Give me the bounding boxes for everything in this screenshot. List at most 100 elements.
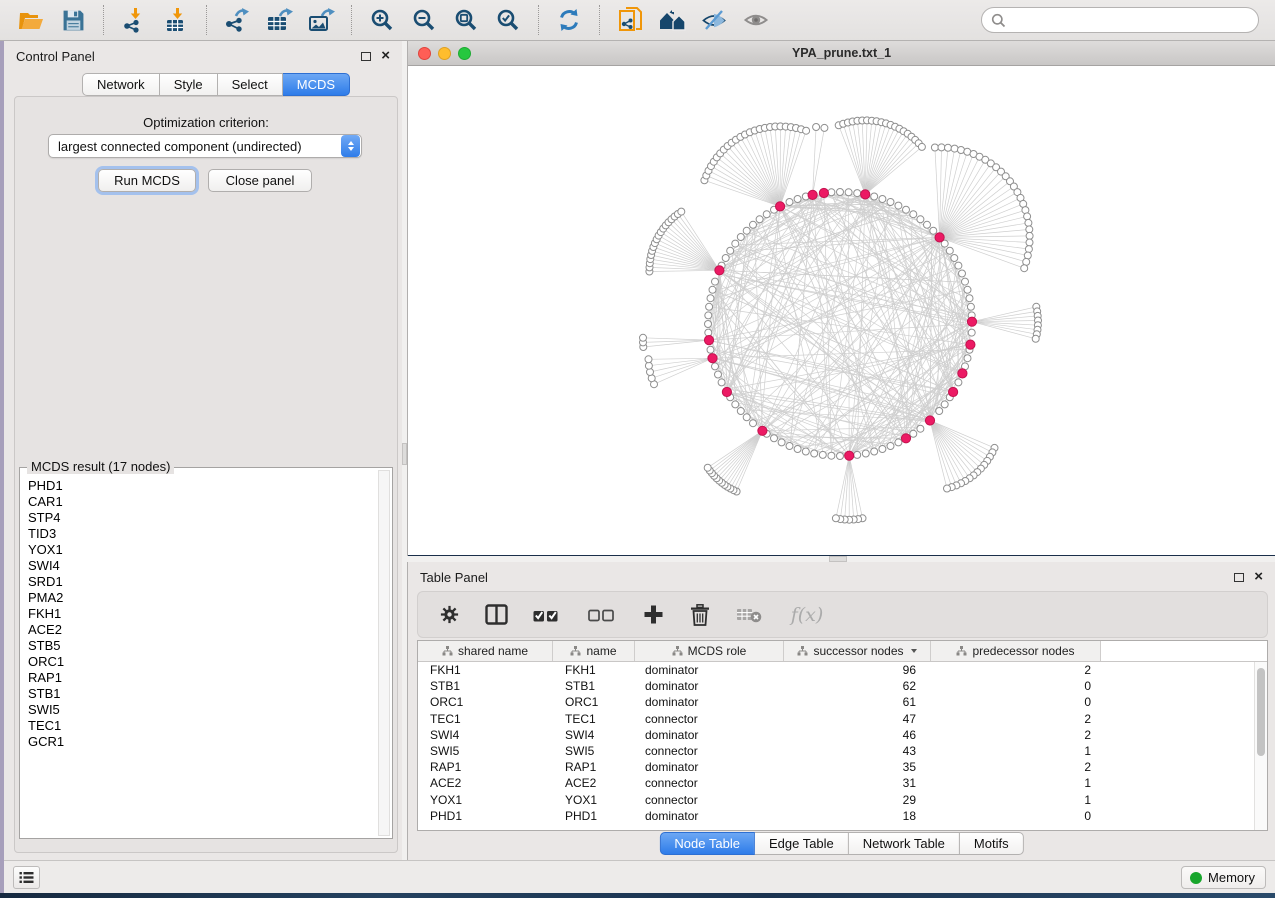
column-header-name[interactable]: name [553, 641, 635, 661]
mcds-result-item[interactable]: STB1 [28, 686, 376, 702]
zoom-out-icon[interactable] [407, 5, 441, 35]
deselect-all-icon[interactable] [585, 602, 619, 628]
mcds-node[interactable] [935, 233, 944, 242]
mcds-node[interactable] [949, 387, 958, 396]
mcds-result-item[interactable]: ORC1 [28, 654, 376, 670]
mcds-result-item[interactable]: GCR1 [28, 734, 376, 750]
table-row[interactable]: SWI4SWI4dominator462 [418, 727, 1254, 743]
close-panel-button[interactable]: Close panel [208, 169, 312, 192]
column-header-predecessor-nodes[interactable]: predecessor nodes [931, 641, 1101, 661]
table-row[interactable]: ACE2ACE2connector311 [418, 775, 1254, 791]
mcds-result-item[interactable]: STP4 [28, 510, 376, 526]
delete-column-icon[interactable] [687, 602, 713, 628]
float-table-panel-icon[interactable] [1234, 573, 1244, 582]
mcds-result-item[interactable]: ACE2 [28, 622, 376, 638]
table-scrollbar[interactable] [1254, 662, 1267, 830]
table-row[interactable]: YOX1YOX1connector291 [418, 792, 1254, 808]
mcds-node[interactable] [861, 190, 870, 199]
mcds-result-item[interactable]: SRD1 [28, 574, 376, 590]
mcds-result-item[interactable]: PHD1 [28, 478, 376, 494]
memory-button[interactable]: Memory [1181, 866, 1266, 889]
column-label: name [586, 644, 616, 658]
tab-motifs[interactable]: Motifs [960, 832, 1024, 855]
open-session-icon[interactable] [14, 5, 48, 35]
share-network-icon[interactable] [613, 5, 647, 35]
mcds-node[interactable] [704, 336, 713, 345]
table-row[interactable]: RAP1RAP1dominator352 [418, 759, 1254, 775]
mcds-result-item[interactable]: TEC1 [28, 718, 376, 734]
minimize-window-icon[interactable] [438, 47, 451, 60]
run-mcds-button[interactable]: Run MCDS [98, 169, 196, 192]
table-row[interactable]: TEC1TEC1connector472 [418, 711, 1254, 727]
mcds-node[interactable] [715, 266, 724, 275]
home-icon[interactable] [655, 5, 689, 35]
mcds-node[interactable] [819, 188, 828, 197]
table-row[interactable]: FKH1FKH1dominator962 [418, 662, 1254, 678]
tab-mcds[interactable]: MCDS [283, 73, 350, 96]
mcds-result-item[interactable]: CAR1 [28, 494, 376, 510]
mcds-node[interactable] [958, 369, 967, 378]
mcds-result-item[interactable]: TID3 [28, 526, 376, 542]
table-row[interactable]: ORC1ORC1dominator610 [418, 694, 1254, 710]
add-column-icon[interactable] [640, 602, 666, 628]
mcds-result-item[interactable]: SWI4 [28, 558, 376, 574]
tab-select[interactable]: Select [218, 73, 283, 96]
mcds-node[interactable] [808, 190, 817, 199]
delete-table-icon[interactable] [734, 602, 764, 628]
table-scrollbar-thumb[interactable] [1257, 668, 1265, 756]
table-row[interactable]: SWI5SWI5connector431 [418, 743, 1254, 759]
export-image-icon[interactable] [304, 5, 338, 35]
column-header-successor-nodes[interactable]: successor nodes [784, 641, 931, 661]
refresh-icon[interactable] [552, 5, 586, 35]
close-panel-icon[interactable]: × [381, 51, 390, 61]
table-row[interactable]: PHD1PHD1dominator180 [418, 808, 1254, 824]
function-builder-icon[interactable]: f(x) [785, 602, 829, 628]
save-session-icon[interactable] [56, 5, 90, 35]
mcds-node[interactable] [722, 387, 731, 396]
table-row[interactable]: STB1STB1dominator620 [418, 678, 1254, 694]
close-table-panel-icon[interactable]: × [1254, 572, 1263, 582]
mcds-result-item[interactable]: SWI5 [28, 702, 376, 718]
optimization-criterion-select[interactable]: largest connected component (undirected) [48, 134, 362, 158]
mcds-node[interactable] [845, 451, 854, 460]
network-canvas[interactable] [408, 66, 1275, 555]
task-history-button[interactable] [13, 866, 40, 889]
zoom-selected-icon[interactable] [491, 5, 525, 35]
mcds-result-item[interactable]: YOX1 [28, 542, 376, 558]
tab-network[interactable]: Network [82, 73, 160, 96]
table-settings-icon[interactable] [436, 602, 462, 628]
export-table-icon[interactable] [262, 5, 296, 35]
mcds-node[interactable] [901, 434, 910, 443]
show-all-eye-icon[interactable] [739, 5, 773, 35]
mcds-node[interactable] [967, 317, 976, 326]
column-header-MCDS-role[interactable]: MCDS role [635, 641, 784, 661]
select-all-icon[interactable] [530, 602, 564, 628]
tab-style[interactable]: Style [160, 73, 218, 96]
import-network-icon[interactable] [117, 5, 151, 35]
column-layout-icon[interactable] [483, 602, 509, 628]
mcds-node[interactable] [708, 354, 717, 363]
mcds-node[interactable] [925, 416, 934, 425]
close-window-icon[interactable] [418, 47, 431, 60]
export-network-icon[interactable] [220, 5, 254, 35]
tab-network-table[interactable]: Network Table [849, 832, 960, 855]
maximize-window-icon[interactable] [458, 47, 471, 60]
mcds-node[interactable] [776, 202, 785, 211]
tab-node-table[interactable]: Node Table [659, 832, 755, 855]
import-table-icon[interactable] [159, 5, 193, 35]
column-header-shared-name[interactable]: shared name [418, 641, 553, 661]
mcds-node[interactable] [758, 426, 767, 435]
mcds-node[interactable] [966, 340, 975, 349]
mcds-result-item[interactable]: PMA2 [28, 590, 376, 606]
search-field[interactable] [981, 7, 1259, 33]
zoom-in-icon[interactable] [365, 5, 399, 35]
tab-edge-table[interactable]: Edge Table [755, 832, 849, 855]
zoom-fit-icon[interactable] [449, 5, 483, 35]
search-input[interactable] [1006, 13, 1258, 28]
mcds-result-item[interactable]: RAP1 [28, 670, 376, 686]
float-panel-icon[interactable] [361, 52, 371, 61]
hide-selected-eye-icon[interactable] [697, 5, 731, 35]
mcds-result-item[interactable]: STB5 [28, 638, 376, 654]
mcds-list-scrollbar[interactable] [378, 470, 390, 836]
mcds-result-item[interactable]: FKH1 [28, 606, 376, 622]
